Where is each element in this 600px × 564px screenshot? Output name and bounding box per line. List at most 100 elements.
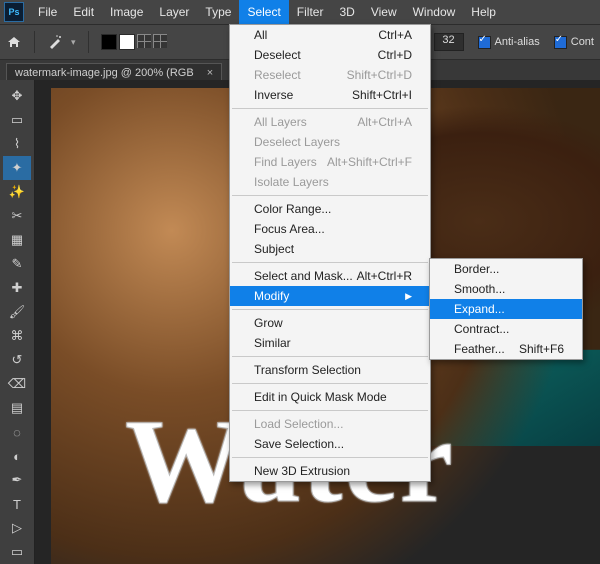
menu-item-new-3d-extrusion[interactable]: New 3D Extrusion <box>230 461 430 481</box>
wand-icon: ✨ <box>9 184 25 200</box>
tool-eyedropper[interactable]: ✎ <box>3 252 31 276</box>
chevron-down-icon[interactable]: ▾ <box>71 37 76 48</box>
separator <box>34 31 35 53</box>
submenu-item-feather[interactable]: Feather...Shift+F6 <box>430 339 582 359</box>
menu-help[interactable]: Help <box>463 0 504 24</box>
menu-item-subject[interactable]: Subject <box>230 239 430 259</box>
menu-image[interactable]: Image <box>102 0 151 24</box>
menu-item-label: New 3D Extrusion <box>254 464 350 478</box>
menu-item-grow[interactable]: Grow <box>230 313 430 333</box>
menu-item-shortcut: Alt+Shift+Ctrl+F <box>327 155 412 169</box>
blur-icon: ◌ <box>13 425 21 440</box>
tool-rectangle[interactable]: ▭ <box>3 540 31 564</box>
menu-item-label: Modify <box>254 289 289 303</box>
menu-item-label: All <box>254 28 267 42</box>
menu-view[interactable]: View <box>363 0 405 24</box>
brush-icon: 🖌 <box>9 304 26 320</box>
menu-item-shortcut: Shift+Ctrl+I <box>352 88 412 102</box>
menu-item-select-and-mask[interactable]: Select and Mask...Alt+Ctrl+R <box>230 266 430 286</box>
menu-item-all[interactable]: AllCtrl+A <box>230 25 430 45</box>
submenu-item-border[interactable]: Border... <box>430 259 582 279</box>
submenu-item-smooth[interactable]: Smooth... <box>430 279 582 299</box>
menu-item-isolate-layers: Isolate Layers <box>230 172 430 192</box>
swatch-pattern-2[interactable] <box>153 34 167 48</box>
tool-blur[interactable]: ◌ <box>3 420 31 444</box>
menu-item-label: Load Selection... <box>254 417 343 431</box>
app-logo: Ps <box>4 2 24 22</box>
menu-item-edit-in-quick-mask-mode[interactable]: Edit in Quick Mask Mode <box>230 387 430 407</box>
menu-edit[interactable]: Edit <box>65 0 102 24</box>
tool-frame[interactable]: ▦ <box>3 228 31 252</box>
menu-item-label: All Layers <box>254 115 307 129</box>
tool-move[interactable]: ✥ <box>3 84 31 108</box>
swatch-group <box>101 34 167 50</box>
menu-separator <box>232 108 428 109</box>
menu-type[interactable]: Type <box>197 0 239 24</box>
menu-separator <box>232 410 428 411</box>
menu-item-focus-area[interactable]: Focus Area... <box>230 219 430 239</box>
menu-item-save-selection[interactable]: Save Selection... <box>230 434 430 454</box>
tool-heal[interactable]: ✚ <box>3 276 31 300</box>
menu-3d[interactable]: 3D <box>331 0 362 24</box>
menu-item-deselect-layers: Deselect Layers <box>230 132 430 152</box>
tool-gradient[interactable]: ▤ <box>3 396 31 420</box>
menu-item-modify[interactable]: Modify ▶ <box>230 286 430 306</box>
eyedropper-icon: ✎ <box>12 256 23 272</box>
select-menu-dropdown: AllCtrl+A Deselect Ctrl+D Reselect Shift+Ctr… <box>229 24 431 482</box>
submenu-item-label: Feather... <box>454 342 505 356</box>
menu-item-label: Select and Mask... <box>254 269 353 283</box>
submenu-item-expand[interactable]: Expand... <box>430 299 582 319</box>
home-icon[interactable] <box>6 34 22 50</box>
menu-window[interactable]: Window <box>405 0 464 24</box>
tool-text[interactable]: T <box>3 492 31 516</box>
text-icon: T <box>13 497 21 512</box>
contiguous-checkbox[interactable] <box>554 36 567 49</box>
menu-item-transform-selection[interactable]: Transform Selection <box>230 360 430 380</box>
submenu-item-contract[interactable]: Contract... <box>430 319 582 339</box>
tool-stamp[interactable]: ⌘ <box>3 324 31 348</box>
menu-item-label: Grow <box>254 316 283 330</box>
history-brush-icon: ↺ <box>12 352 23 368</box>
menu-item-label: Inverse <box>254 88 293 102</box>
tool-eraser[interactable]: ⌫ <box>3 372 31 396</box>
antialias-checkbox[interactable] <box>478 36 491 49</box>
lasso-icon: ⌇ <box>14 136 20 152</box>
submenu-arrow-icon: ▶ <box>405 291 412 302</box>
menu-item-color-range[interactable]: Color Range... <box>230 199 430 219</box>
menu-separator <box>232 195 428 196</box>
rectangle-icon: ▭ <box>11 544 23 560</box>
tolerance-input[interactable]: 32 <box>434 33 464 51</box>
frame-icon: ▦ <box>11 232 23 248</box>
tool-dodge[interactable]: ◐ <box>3 444 31 468</box>
swatch-pattern-1[interactable] <box>137 34 151 48</box>
tool-brush[interactable]: 🖌 <box>3 300 31 324</box>
tool-crop[interactable]: ✂ <box>3 204 31 228</box>
menu-file[interactable]: File <box>30 0 65 24</box>
tool-history-brush[interactable]: ↺ <box>3 348 31 372</box>
tool-pen[interactable]: ✒ <box>3 468 31 492</box>
tool-wand[interactable]: ✨ <box>3 180 31 204</box>
menu-item-shortcut: Ctrl+D <box>378 48 412 62</box>
stamp-icon: ⌘ <box>11 328 24 344</box>
swatch-white[interactable] <box>119 34 135 50</box>
close-tab-icon[interactable]: × <box>207 67 213 79</box>
menu-item-similar[interactable]: Similar <box>230 333 430 353</box>
submenu-item-label: Smooth... <box>454 282 505 296</box>
menu-separator <box>232 457 428 458</box>
menu-item-label: Deselect <box>254 48 301 62</box>
menu-filter[interactable]: Filter <box>289 0 332 24</box>
submenu-item-label: Contract... <box>454 322 509 336</box>
move-icon: ✥ <box>12 88 23 104</box>
tool-path-select[interactable]: ▷ <box>3 516 31 540</box>
menu-item-label: Edit in Quick Mask Mode <box>254 390 387 404</box>
tool-quick-select[interactable]: ✦ <box>3 156 31 180</box>
menu-select[interactable]: Select <box>239 0 288 24</box>
menu-layer[interactable]: Layer <box>151 0 197 24</box>
wand-tool-icon[interactable] <box>47 34 63 50</box>
tool-marquee[interactable]: ▭ <box>3 108 31 132</box>
menu-item-deselect[interactable]: Deselect Ctrl+D <box>230 45 430 65</box>
swatch-black[interactable] <box>101 34 117 50</box>
tool-lasso[interactable]: ⌇ <box>3 132 31 156</box>
menu-item-label: Reselect <box>254 68 301 82</box>
menu-item-inverse[interactable]: Inverse Shift+Ctrl+I <box>230 85 430 105</box>
